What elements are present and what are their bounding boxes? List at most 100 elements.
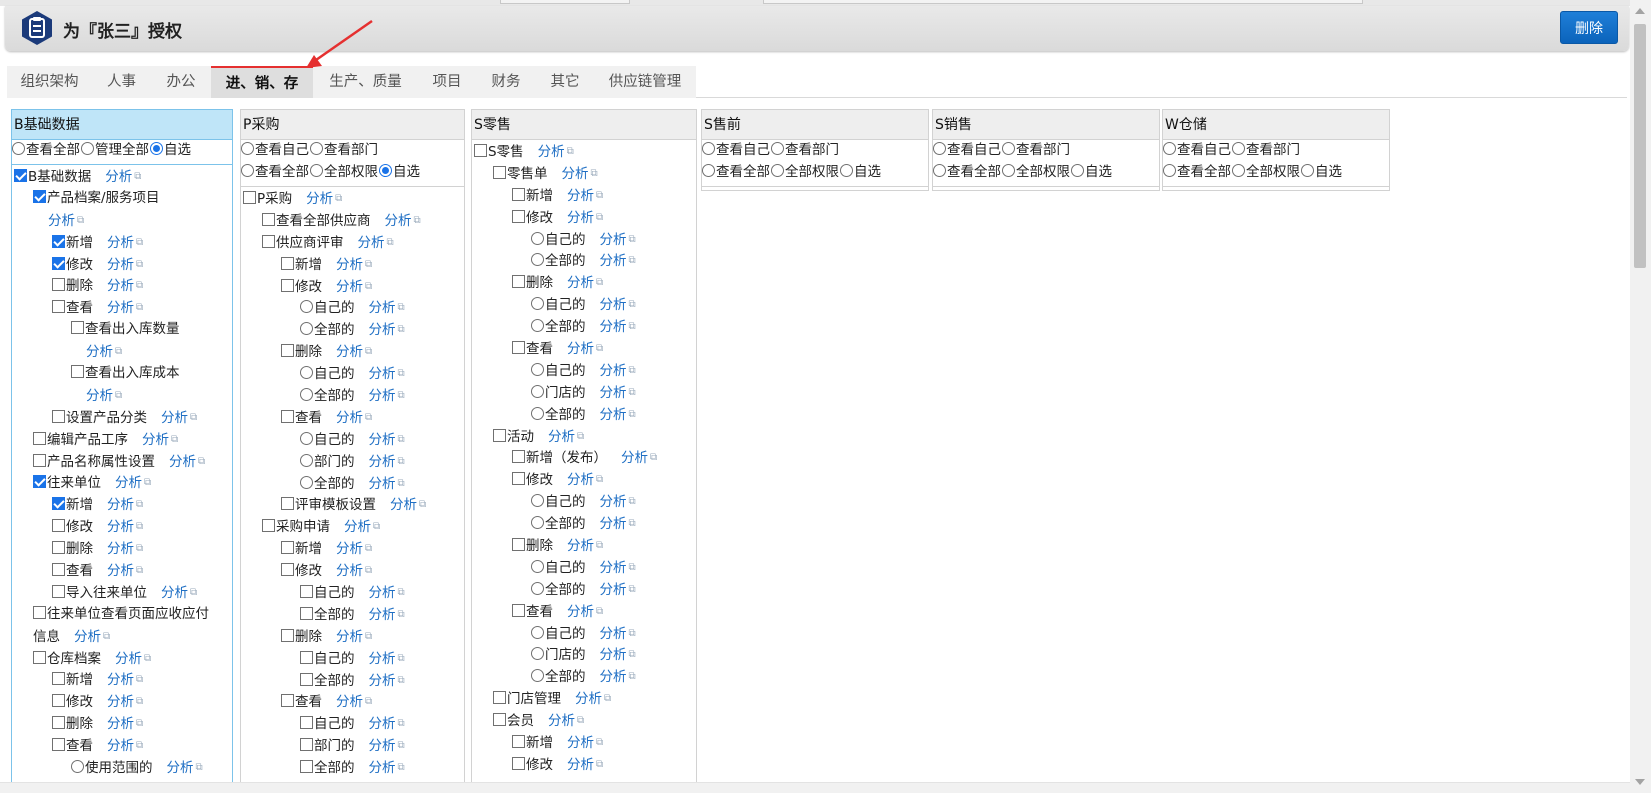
radio-button[interactable] [71,760,84,774]
checkbox[interactable] [33,431,46,445]
analyze-link[interactable]: 分析 [107,300,134,316]
analyze-link[interactable]: 分析 [369,607,396,623]
radio-button[interactable] [241,164,254,177]
radio-button[interactable] [531,559,544,573]
analyze-link[interactable]: 分析 [600,253,627,269]
radio-button[interactable] [300,322,313,336]
radio-button[interactable] [531,581,544,595]
checkbox[interactable] [52,234,65,248]
checkbox[interactable] [71,365,84,379]
checkbox[interactable] [512,341,525,355]
scope-option[interactable]: 查看全部 [702,164,770,180]
radio-button[interactable] [840,164,853,177]
radio-button[interactable] [300,300,313,314]
analyze-link[interactable]: 分析 [567,341,594,357]
checkbox[interactable] [262,234,275,248]
scope-option[interactable]: 自选 [379,164,420,180]
analyze-link[interactable]: 分析 [600,297,627,313]
horizontal-scrollbar[interactable] [0,782,1630,793]
analyze-link[interactable]: 分析 [336,629,363,645]
radio-button[interactable] [1232,164,1245,177]
analyze-link[interactable]: 分析 [107,563,134,579]
checkbox[interactable] [281,409,294,423]
radio-button[interactable] [1002,142,1015,155]
scope-option[interactable]: 自选 [840,164,881,180]
checkbox[interactable] [52,738,65,752]
checkbox[interactable] [281,628,294,642]
radio-button[interactable] [81,142,94,155]
radio-button[interactable] [1071,164,1084,177]
analyze-link[interactable]: 分析 [336,344,363,360]
checkbox[interactable] [33,650,46,664]
checkbox[interactable] [52,497,65,511]
scrollbar-thumb[interactable] [1634,24,1646,268]
analyze-link[interactable]: 分析 [369,716,396,732]
checkbox[interactable] [300,760,313,774]
checkbox[interactable] [52,541,65,555]
tab-7[interactable]: 其它 [536,66,594,98]
radio-button[interactable] [300,431,313,445]
checkbox[interactable] [281,694,294,708]
analyze-link[interactable]: 分析 [107,672,134,688]
analyze-link[interactable]: 分析 [336,257,363,273]
analyze-link[interactable]: 分析 [161,585,188,601]
checkbox[interactable] [300,585,313,599]
radio-button[interactable] [531,253,544,267]
checkbox[interactable] [300,716,313,730]
analyze-link[interactable]: 分析 [358,235,385,251]
analyze-link[interactable]: 分析 [600,363,627,379]
analyze-link[interactable]: 分析 [86,344,113,360]
radio-button[interactable] [531,319,544,333]
checkbox[interactable] [52,278,65,292]
analyze-link[interactable]: 分析 [567,604,594,620]
tab-6[interactable]: 财务 [476,66,536,98]
scope-option[interactable]: 查看全部 [241,164,309,180]
analyze-link[interactable]: 分析 [161,410,188,426]
checkbox[interactable] [52,300,65,314]
scope-option[interactable]: 查看自己 [241,142,309,158]
analyze-link[interactable]: 分析 [600,494,627,510]
checkbox[interactable] [281,278,294,292]
analyze-link[interactable]: 分析 [336,563,363,579]
scope-option[interactable]: 管理全部 [81,142,149,158]
analyze-link[interactable]: 分析 [336,541,363,557]
radio-button[interactable] [150,142,163,155]
checkbox[interactable] [33,453,46,467]
analyze-link[interactable]: 分析 [105,169,132,185]
analyze-link[interactable]: 分析 [369,454,396,470]
analyze-link[interactable]: 分析 [369,432,396,448]
checkbox[interactable] [281,344,294,358]
scope-option[interactable]: 查看自己 [1163,142,1231,158]
analyze-link[interactable]: 分析 [169,454,196,470]
analyze-link[interactable]: 分析 [115,475,142,491]
analyze-link[interactable]: 分析 [107,541,134,557]
radio-button[interactable] [1232,142,1245,155]
analyze-link[interactable]: 分析 [86,388,113,404]
radio-button[interactable] [933,142,946,155]
checkbox[interactable] [300,650,313,664]
analyze-link[interactable]: 分析 [115,651,142,667]
analyze-link[interactable]: 分析 [548,429,575,445]
scope-option[interactable]: 全部权限 [1002,164,1070,180]
scope-option[interactable]: 全部权限 [310,164,378,180]
radio-button[interactable] [702,164,715,177]
analyze-link[interactable]: 分析 [369,738,396,754]
checkbox[interactable] [52,584,65,598]
checkbox[interactable] [493,428,506,442]
checkbox[interactable] [262,519,275,533]
radio-button[interactable] [702,142,715,155]
scope-option[interactable]: 自选 [150,142,191,158]
checkbox[interactable] [512,472,525,486]
analyze-link[interactable]: 分析 [567,757,594,773]
analyze-link[interactable]: 分析 [369,300,396,316]
analyze-link[interactable]: 分析 [107,278,134,294]
analyze-link[interactable]: 分析 [600,669,627,685]
analyze-link[interactable]: 分析 [600,407,627,423]
analyze-link[interactable]: 分析 [344,519,371,535]
radio-button[interactable] [531,625,544,639]
radio-button[interactable] [1002,164,1015,177]
browser-tab[interactable] [500,0,630,4]
analyze-link[interactable]: 分析 [107,694,134,710]
analyze-link[interactable]: 分析 [600,582,627,598]
analyze-link[interactable]: 分析 [74,629,101,645]
